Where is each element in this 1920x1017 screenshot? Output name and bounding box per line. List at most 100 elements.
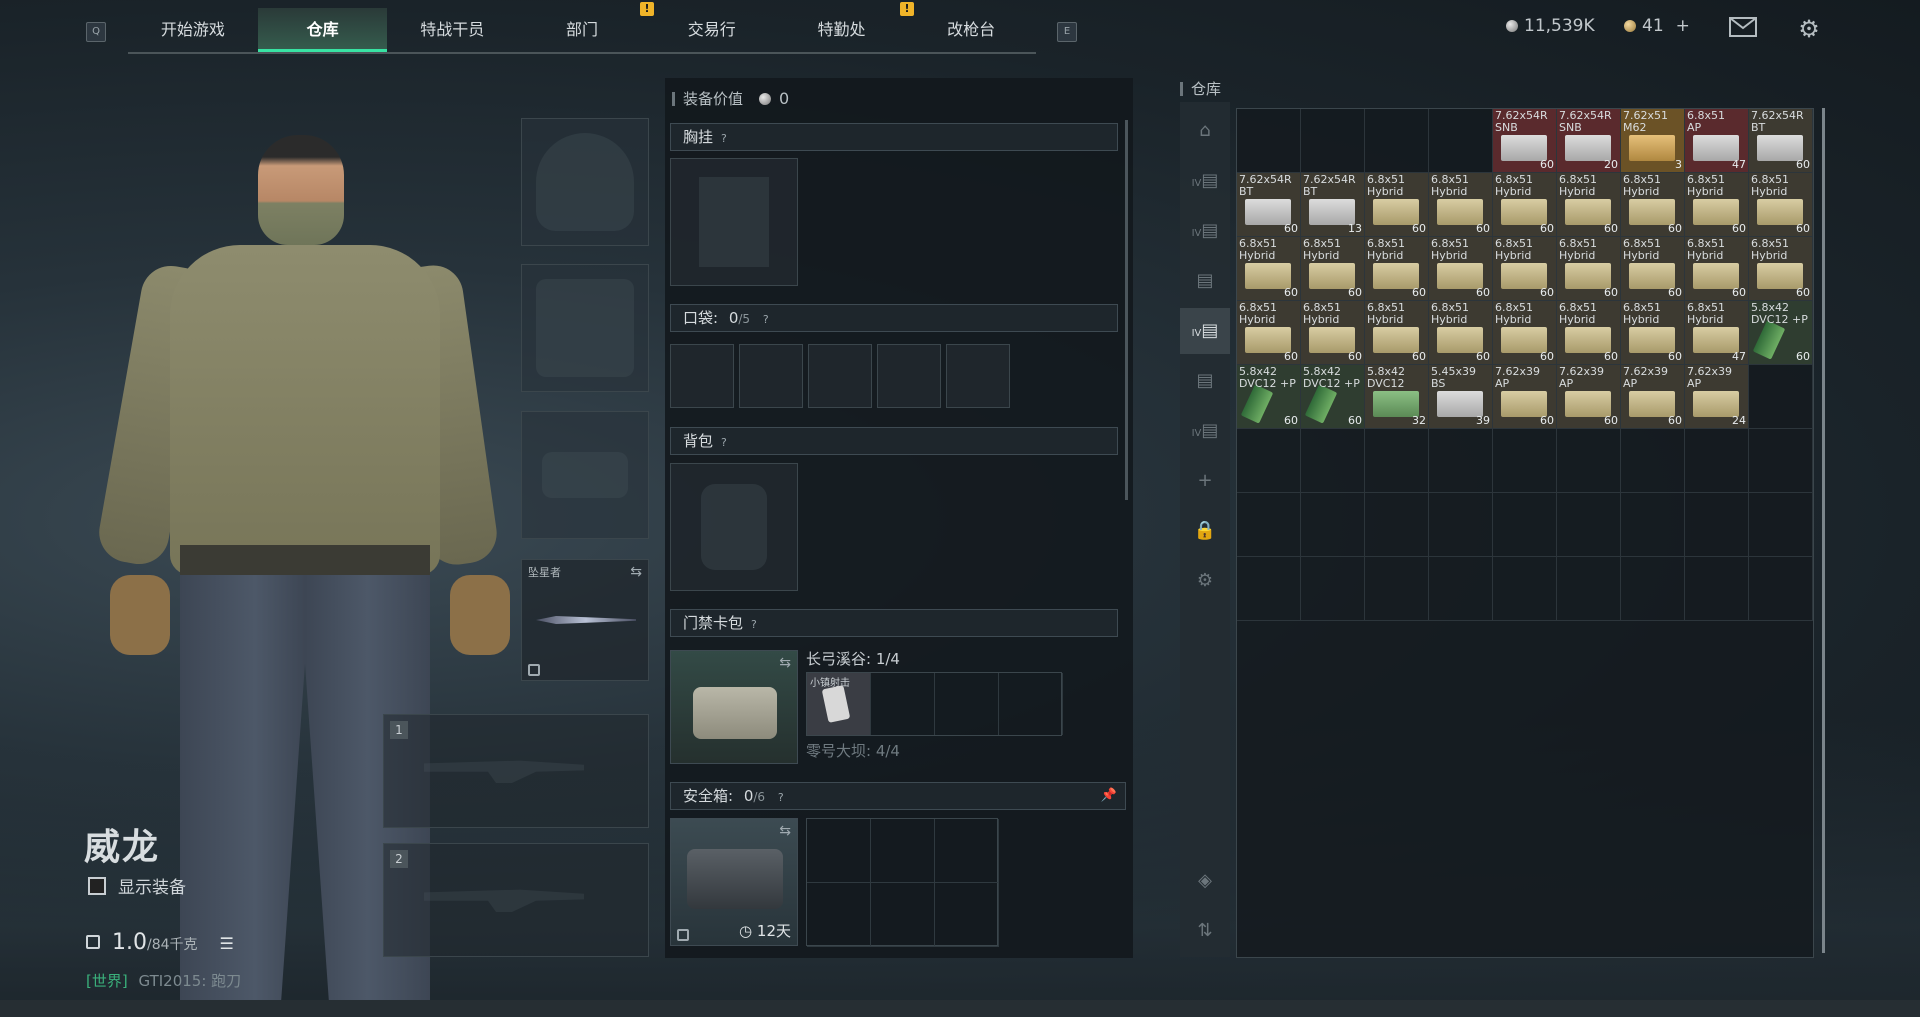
inventory-item[interactable]: 6.8x51 Hybrid 60 <box>1557 301 1621 365</box>
nav-next-key[interactable]: E <box>1057 22 1077 42</box>
chest-rig-slot[interactable] <box>670 158 798 286</box>
add-storage-icon[interactable]: + <box>1180 458 1230 504</box>
inventory-item[interactable]: 6.8x51 Hybrid 60 <box>1493 301 1557 365</box>
knife-slot[interactable]: 坠星者 ⇆ <box>521 559 649 681</box>
inventory-empty-cell[interactable] <box>1685 493 1749 557</box>
inventory-empty-cell[interactable] <box>1429 109 1493 173</box>
inventory-empty-cell[interactable] <box>1749 557 1813 621</box>
keycard-empty-slot[interactable] <box>935 673 999 735</box>
weapon-slot-2[interactable]: 2 <box>383 843 649 957</box>
keycard-empty-slot[interactable] <box>999 673 1063 735</box>
inventory-item[interactable]: 7.62x54R SNB 60 <box>1493 109 1557 173</box>
tab-3[interactable]: 部门 <box>517 8 647 52</box>
safe-cell[interactable] <box>871 819 935 883</box>
pin-icon[interactable]: 📌 <box>1101 783 1117 809</box>
tab-4[interactable]: 交易行 <box>647 8 777 52</box>
tab-5[interactable]: 特勤处 <box>777 8 907 52</box>
help-icon[interactable]: ? <box>721 132 727 145</box>
inventory-empty-cell[interactable] <box>1557 429 1621 493</box>
inventory-item[interactable]: 7.62x54R BT 60 <box>1749 109 1813 173</box>
sort-icon[interactable]: ⇅ <box>1180 908 1230 954</box>
inventory-empty-cell[interactable] <box>1365 493 1429 557</box>
world-chat[interactable]: [世界] GTI2015: 跑刀 <box>86 970 241 991</box>
inventory-item[interactable]: 6.8x51 Hybrid 60 <box>1685 237 1749 301</box>
inventory-item[interactable]: 6.8x51 Hybrid 60 <box>1621 237 1685 301</box>
inventory-item[interactable]: 7.62x54R BT 60 <box>1237 173 1301 237</box>
tab-6[interactable]: 改枪台 <box>906 8 1036 52</box>
inventory-empty-cell[interactable] <box>1365 109 1429 173</box>
inventory-empty-cell[interactable] <box>1685 557 1749 621</box>
inventory-empty-cell[interactable] <box>1301 493 1365 557</box>
storage-tab-6[interactable]: IV▤ <box>1180 408 1230 454</box>
add-gold-button[interactable]: + <box>1676 16 1690 36</box>
inventory-item[interactable]: 5.45x39 BS 39 <box>1429 365 1493 429</box>
inventory-item[interactable]: 7.62x54R SNB 20 <box>1557 109 1621 173</box>
inventory-empty-cell[interactable] <box>1237 557 1301 621</box>
inventory-empty-cell[interactable] <box>1621 429 1685 493</box>
inventory-item[interactable]: 6.8x51 Hybrid 60 <box>1493 173 1557 237</box>
inventory-empty-cell[interactable] <box>1493 557 1557 621</box>
safe-cell[interactable] <box>935 819 999 883</box>
show-equipment-toggle[interactable]: 显示装备 <box>88 873 186 898</box>
inventory-empty-cell[interactable] <box>1429 557 1493 621</box>
inventory-empty-cell[interactable] <box>1557 493 1621 557</box>
keycard-empty-slot[interactable] <box>871 673 935 735</box>
inventory-empty-cell[interactable] <box>1749 365 1813 429</box>
inventory-item[interactable]: 7.62x51 M62 3 <box>1621 109 1685 173</box>
storage-tab-4[interactable]: IV▤ <box>1180 308 1230 354</box>
inventory-empty-cell[interactable] <box>1749 429 1813 493</box>
inventory-item[interactable]: 6.8x51 AP 47 <box>1685 109 1749 173</box>
inventory-item[interactable]: 6.8x51 Hybrid 60 <box>1621 301 1685 365</box>
inventory-item[interactable]: 7.62x39 AP 60 <box>1557 365 1621 429</box>
inventory-item[interactable]: 6.8x51 Hybrid 60 <box>1493 237 1557 301</box>
storage-tab-3[interactable]: ▤ <box>1180 258 1230 304</box>
inventory-item[interactable]: 7.62x39 AP 60 <box>1493 365 1557 429</box>
inventory-item[interactable]: 6.8x51 Hybrid 60 <box>1429 237 1493 301</box>
help-icon[interactable]: ? <box>778 791 784 804</box>
backpack-slot[interactable] <box>670 463 798 591</box>
pocket-slot[interactable] <box>670 344 734 408</box>
inventory-item[interactable]: 5.8x42 DVC12 +P 60 <box>1301 365 1365 429</box>
inventory-item[interactable]: 6.8x51 Hybrid 60 <box>1685 173 1749 237</box>
inventory-item[interactable]: 6.8x51 Hybrid 60 <box>1429 301 1493 365</box>
help-icon[interactable]: ? <box>763 313 769 326</box>
help-icon[interactable]: ? <box>721 436 727 449</box>
inventory-item[interactable]: 6.8x51 Hybrid 60 <box>1621 173 1685 237</box>
inventory-item[interactable]: 7.62x39 AP 60 <box>1621 365 1685 429</box>
inventory-empty-cell[interactable] <box>1301 557 1365 621</box>
inventory-item[interactable]: 5.8x42 DVC12 +P 60 <box>1237 365 1301 429</box>
inventory-empty-cell[interactable] <box>1557 557 1621 621</box>
warehouse-home-icon[interactable]: ⌂ <box>1180 108 1230 154</box>
inventory-item[interactable]: 6.8x51 Hybrid 60 <box>1365 173 1429 237</box>
inventory-item[interactable]: 6.8x51 Hybrid 60 <box>1749 237 1813 301</box>
inventory-item[interactable]: 6.8x51 Hybrid 47 <box>1685 301 1749 365</box>
inventory-empty-cell[interactable] <box>1237 429 1301 493</box>
tab-2[interactable]: 特战干员 <box>387 8 517 52</box>
storage-tab-2[interactable]: IV▤ <box>1180 208 1230 254</box>
pocket-slot[interactable] <box>877 344 941 408</box>
pocket-slot[interactable] <box>808 344 872 408</box>
inventory-empty-cell[interactable] <box>1237 493 1301 557</box>
armor-slot[interactable] <box>521 264 649 392</box>
inventory-empty-cell[interactable] <box>1429 493 1493 557</box>
inventory-empty-cell[interactable] <box>1301 109 1365 173</box>
inventory-item[interactable]: 7.62x39 AP 24 <box>1685 365 1749 429</box>
safe-cell[interactable] <box>871 883 935 947</box>
inventory-empty-cell[interactable] <box>1621 493 1685 557</box>
gear-icon[interactable]: ⚙ <box>1180 558 1230 604</box>
inventory-item[interactable]: 6.8x51 Hybrid 60 <box>1557 173 1621 237</box>
equipment-scrollbar[interactable] <box>1125 120 1128 500</box>
inventory-item[interactable]: 6.8x51 Hybrid 60 <box>1557 237 1621 301</box>
warehouse-scrollbar[interactable] <box>1822 108 1825 953</box>
storage-tab-5[interactable]: ▤ <box>1180 358 1230 404</box>
inventory-item[interactable]: 6.8x51 Hybrid 60 <box>1365 237 1429 301</box>
checkbox-icon[interactable] <box>88 876 106 895</box>
inventory-empty-cell[interactable] <box>1429 429 1493 493</box>
list-icon[interactable]: ☰ <box>220 934 234 953</box>
inventory-item[interactable]: 5.8x42 DVC12 32 <box>1365 365 1429 429</box>
help-icon[interactable]: ? <box>751 618 757 631</box>
safe-cell[interactable] <box>807 883 871 947</box>
tab-0[interactable]: 开始游戏 <box>128 8 258 52</box>
keycard-item[interactable]: 小镇射击 <box>807 673 871 735</box>
pocket-slot[interactable] <box>946 344 1010 408</box>
